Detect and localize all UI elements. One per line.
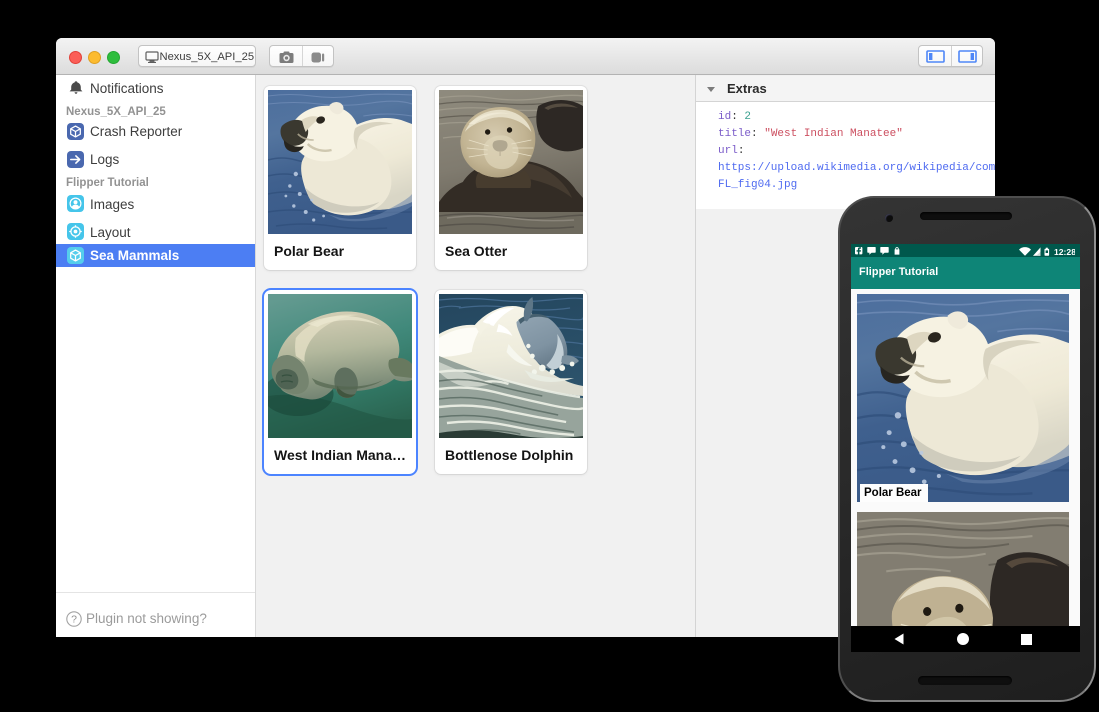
svg-text:12:28: 12:28: [1054, 247, 1075, 256]
svg-text:?: ?: [71, 614, 77, 626]
